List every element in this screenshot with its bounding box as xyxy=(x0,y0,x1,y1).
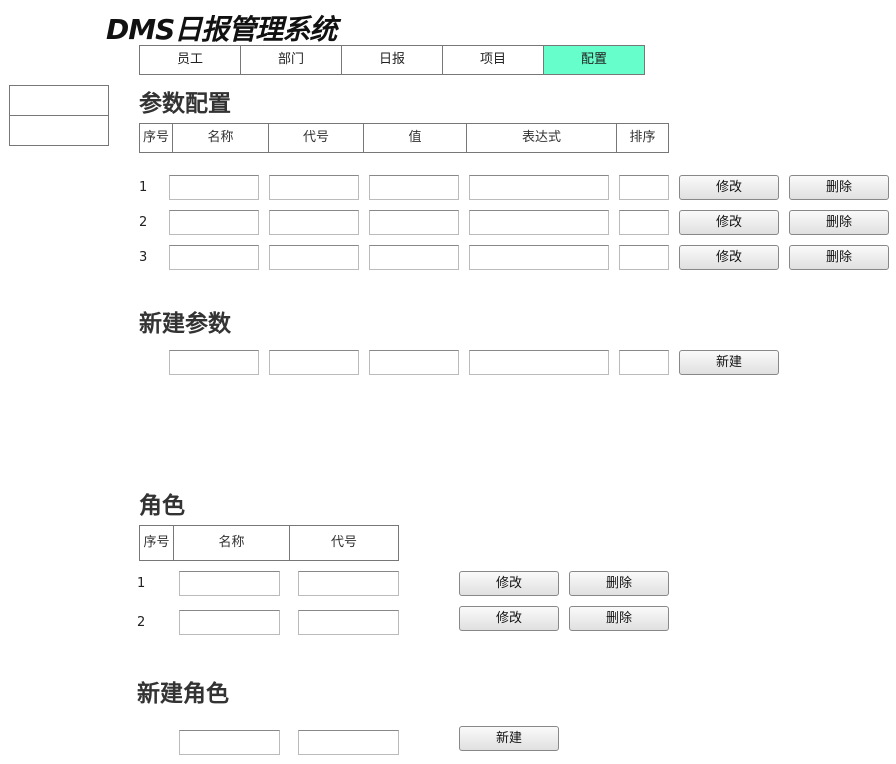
params-col-code: 代号 xyxy=(269,124,364,152)
param-name-input[interactable] xyxy=(169,245,259,270)
params-col-name: 名称 xyxy=(173,124,269,152)
param-delete-button[interactable]: 删除 xyxy=(789,245,889,270)
params-col-value: 值 xyxy=(364,124,467,152)
new-role-code-input[interactable] xyxy=(298,730,399,755)
side-box-1 xyxy=(9,85,109,116)
tab-daily-reports[interactable]: 日报 xyxy=(342,46,443,74)
param-code-input[interactable] xyxy=(269,175,359,200)
roles-row-index: 1 xyxy=(137,576,146,591)
role-edit-button[interactable]: 修改 xyxy=(459,571,559,596)
tab-config[interactable]: 配置 xyxy=(544,46,644,74)
main-nav-tabs: 员工 部门 日报 项目 配置 xyxy=(139,45,645,75)
create-param-button[interactable]: 新建 xyxy=(679,350,779,375)
roles-col-name: 名称 xyxy=(174,526,290,560)
params-row-index: 1 xyxy=(139,180,148,195)
roles-row-index: 2 xyxy=(137,615,146,630)
new-role-name-input[interactable] xyxy=(179,730,280,755)
param-edit-button[interactable]: 修改 xyxy=(679,245,779,270)
new-param-code-input[interactable] xyxy=(269,350,359,375)
params-section-title: 参数配置 xyxy=(139,91,231,117)
role-code-input[interactable] xyxy=(298,610,399,635)
params-col-expression: 表达式 xyxy=(467,124,617,152)
param-order-input[interactable] xyxy=(619,245,669,270)
roles-col-code: 代号 xyxy=(330,535,357,550)
param-code-input[interactable] xyxy=(269,210,359,235)
param-expression-input[interactable] xyxy=(469,210,609,235)
roles-section-title: 角色 xyxy=(139,493,185,519)
new-param-title: 新建参数 xyxy=(139,311,231,337)
param-name-input[interactable] xyxy=(169,210,259,235)
new-param-order-input[interactable] xyxy=(619,350,669,375)
role-code-input[interactable] xyxy=(298,571,399,596)
param-value-input[interactable] xyxy=(369,210,459,235)
app-title: DMS日报管理系统 xyxy=(106,13,337,46)
params-row-index: 2 xyxy=(139,215,148,230)
role-name-input[interactable] xyxy=(179,610,280,635)
param-code-input[interactable] xyxy=(269,245,359,270)
role-delete-button[interactable]: 删除 xyxy=(569,571,669,596)
new-role-title: 新建角色 xyxy=(137,681,229,707)
tab-departments[interactable]: 部门 xyxy=(241,46,342,74)
params-row-index: 3 xyxy=(139,250,148,265)
params-table-header: 序号 名称 代号 值 表达式 排序 xyxy=(139,123,669,153)
param-expression-input[interactable] xyxy=(469,245,609,270)
new-param-value-input[interactable] xyxy=(369,350,459,375)
param-order-input[interactable] xyxy=(619,175,669,200)
param-value-input[interactable] xyxy=(369,245,459,270)
role-delete-button[interactable]: 删除 xyxy=(569,606,669,631)
param-edit-button[interactable]: 修改 xyxy=(679,210,779,235)
param-delete-button[interactable]: 删除 xyxy=(789,175,889,200)
tab-employees[interactable]: 员工 xyxy=(140,46,241,74)
param-delete-button[interactable]: 删除 xyxy=(789,210,889,235)
new-param-name-input[interactable] xyxy=(169,350,259,375)
roles-col-index: 序号 xyxy=(140,526,174,560)
params-col-order: 排序 xyxy=(629,130,656,145)
param-expression-input[interactable] xyxy=(469,175,609,200)
side-box-2 xyxy=(9,115,109,146)
params-col-index: 序号 xyxy=(140,124,173,152)
new-param-expression-input[interactable] xyxy=(469,350,609,375)
create-role-button[interactable]: 新建 xyxy=(459,726,559,751)
role-edit-button[interactable]: 修改 xyxy=(459,606,559,631)
param-value-input[interactable] xyxy=(369,175,459,200)
param-edit-button[interactable]: 修改 xyxy=(679,175,779,200)
role-name-input[interactable] xyxy=(179,571,280,596)
tab-projects[interactable]: 项目 xyxy=(443,46,544,74)
roles-table-header: 序号 名称 代号 xyxy=(139,525,399,561)
param-name-input[interactable] xyxy=(169,175,259,200)
param-order-input[interactable] xyxy=(619,210,669,235)
